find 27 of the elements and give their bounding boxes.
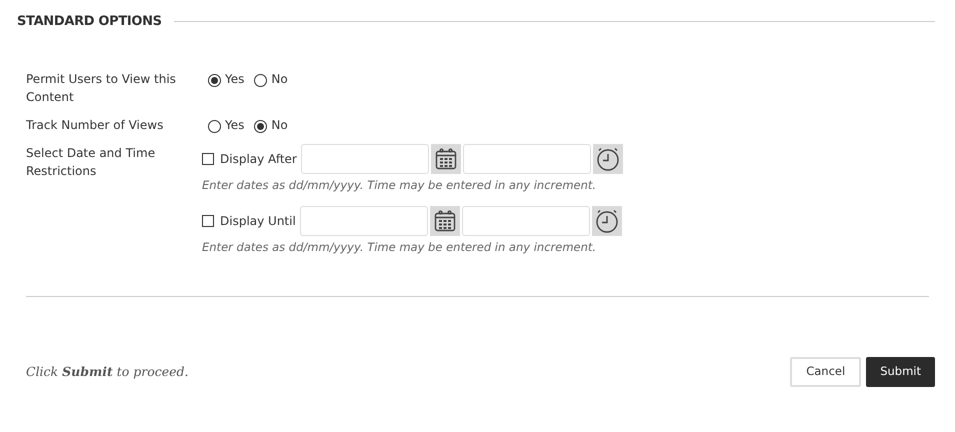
checkbox-option[interactable]: Display Until (202, 212, 296, 230)
instruction-text: Click Submit to proceed. (26, 362, 188, 381)
field-label: Permit Users to View this Content (26, 70, 177, 106)
checkbox-option[interactable]: Display After (202, 150, 297, 168)
time-picker-button[interactable] (592, 206, 622, 236)
radio-option[interactable]: No (254, 70, 288, 88)
radio-option[interactable]: Yes (208, 70, 244, 88)
field-label: Track Number of Views (26, 116, 164, 134)
time-field[interactable] (462, 144, 591, 174)
calendar-icon (432, 208, 457, 233)
date-field[interactable] (300, 206, 428, 236)
submit-button[interactable]: Submit (866, 357, 935, 387)
cancel-button[interactable]: Cancel (790, 357, 862, 387)
time-field[interactable] (462, 206, 590, 236)
calendar-icon (434, 146, 458, 170)
hint-text: Enter dates as dd/mm/yyyy. Time may be entered in any increment. (202, 238, 598, 256)
radio-option[interactable]: No (254, 116, 288, 134)
field-label: Select Date and Time Restrictions (26, 144, 156, 180)
calendar-button[interactable] (430, 144, 461, 174)
calendar-button[interactable] (430, 206, 460, 236)
date-field[interactable] (300, 144, 429, 174)
section-title: STANDARD OPTIONS (17, 13, 162, 31)
clock-icon (594, 208, 620, 234)
hint-text: Enter dates as dd/mm/yyyy. Time may be entered in any increment. (202, 176, 598, 194)
radio-option[interactable]: Yes (208, 116, 244, 134)
clock-icon (594, 146, 621, 172)
time-picker-button[interactable] (592, 144, 623, 174)
